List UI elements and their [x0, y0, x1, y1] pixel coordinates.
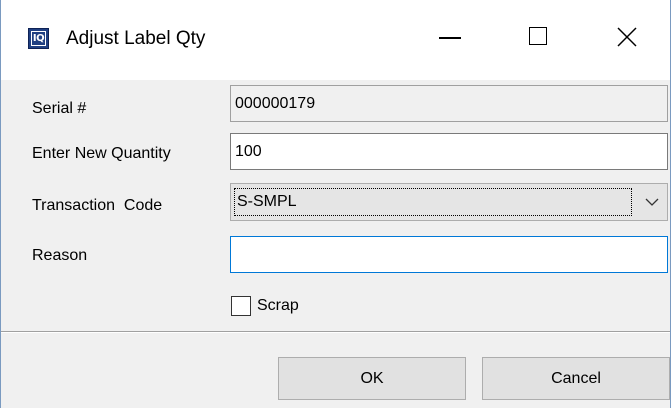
cancel-button[interactable]: Cancel [482, 357, 670, 400]
serial-field: 000000179 [230, 85, 668, 122]
chevron-down-icon [645, 198, 659, 206]
reason-input[interactable] [230, 236, 668, 273]
close-button[interactable] [604, 14, 650, 60]
iq-app-icon: IQ [28, 28, 49, 49]
quantity-input[interactable] [230, 133, 668, 170]
serial-label: Serial # [32, 100, 87, 117]
minimize-button[interactable] [429, 14, 475, 60]
reason-label: Reason [32, 247, 88, 264]
transaction-code-select[interactable]: S-SMPL [230, 183, 668, 221]
window-title: Adjust Label Qty [66, 28, 206, 49]
separator-highlight [1, 332, 670, 333]
maximize-button[interactable] [517, 14, 563, 60]
ok-button[interactable]: OK [278, 357, 466, 400]
adjust-label-qty-dialog: IQ Adjust Label Qty Serial # 000000179 E… [0, 0, 671, 408]
quantity-label: Enter New Quantity [32, 145, 171, 162]
title-bar[interactable]: IQ Adjust Label Qty [1, 0, 670, 80]
transaction-code-label: Transaction Code [32, 197, 163, 214]
app-icon-text: IQ [31, 31, 46, 46]
transaction-code-value: S-SMPL [234, 188, 632, 216]
close-icon [617, 27, 637, 47]
scrap-label[interactable]: Scrap [257, 295, 299, 317]
maximize-icon [529, 27, 547, 45]
minimize-icon [439, 37, 461, 39]
scrap-checkbox[interactable] [231, 296, 251, 316]
